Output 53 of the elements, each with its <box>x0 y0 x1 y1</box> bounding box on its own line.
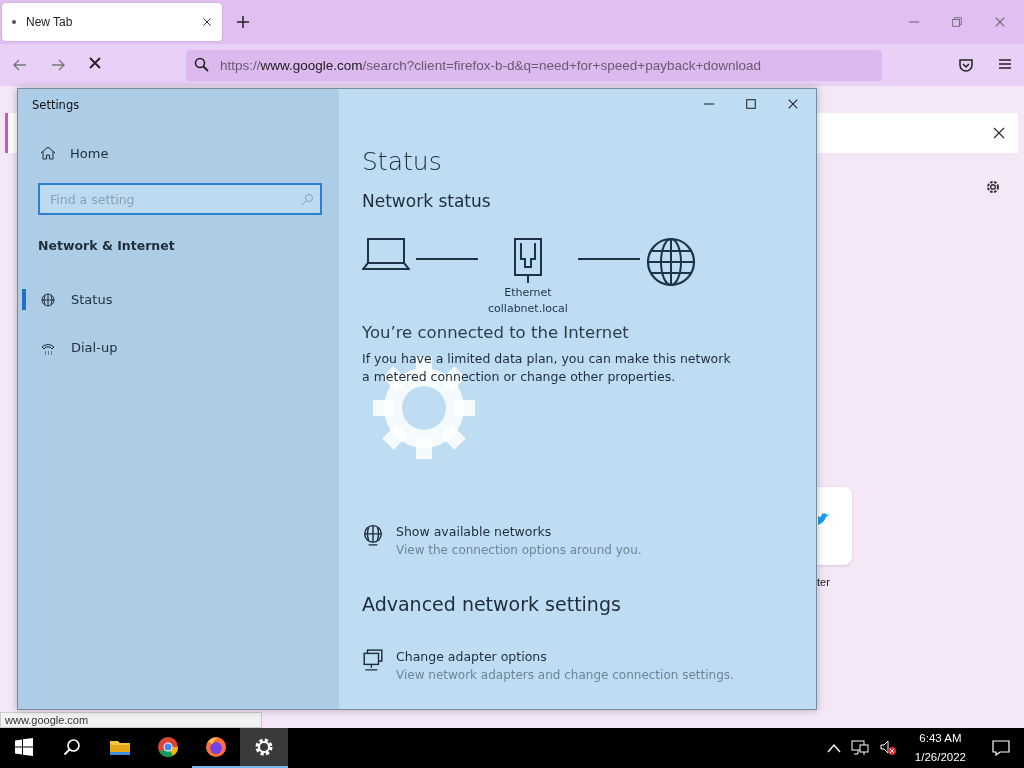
globe-icon <box>645 237 696 287</box>
settings-link[interactable]: Change adapter options <box>396 649 734 664</box>
ethernet-icon <box>512 237 543 283</box>
section-heading: Advanced network settings <box>362 593 622 615</box>
home-icon <box>40 146 56 160</box>
volume-muted-icon[interactable] <box>878 740 897 756</box>
settings-icon[interactable] <box>984 178 1002 196</box>
search-icon <box>194 57 210 73</box>
section-heading: Network & Internet <box>38 238 176 253</box>
connection-description: If you have a limited data plan, you can make this network a metered connection or change other properties. <box>362 350 732 386</box>
close-icon[interactable] <box>202 17 212 27</box>
link-description: View network adapters and change connection settings. <box>396 668 734 682</box>
shortcut-label[interactable]: ter <box>817 576 830 588</box>
search-field[interactable]: Find a setting <box>38 183 322 215</box>
taskbar-app[interactable] <box>240 728 288 768</box>
window-title: Settings <box>32 97 81 114</box>
page-title: Status <box>362 147 443 176</box>
browser-tab[interactable]: New Tab <box>2 3 222 41</box>
settings-link[interactable]: Show available networks <box>396 524 642 539</box>
address-bar[interactable]: https://www.google.com/search?client=firefox-b-d&q=need+for+speed+payback+download <box>186 49 882 81</box>
network-icon[interactable] <box>850 740 869 756</box>
browser-icon <box>156 735 180 759</box>
close-icon[interactable] <box>787 98 799 110</box>
nav-item[interactable]: Status <box>22 289 339 310</box>
link-description: View the connection options around you. <box>396 543 642 557</box>
stop-icon[interactable] <box>88 56 102 70</box>
home-link[interactable]: Home <box>40 143 339 163</box>
clock[interactable]: 6:43 AM 1/26/2022 <box>906 729 976 767</box>
restore-icon[interactable] <box>951 16 963 28</box>
menu-icon[interactable] <box>998 57 1012 71</box>
section-heading: Network status <box>362 191 492 211</box>
globe-icon <box>40 292 56 307</box>
url-text: https://www.google.com/search?client=firefox-b-d&q=need+for+speed+payback+download <box>220 57 762 73</box>
notification-icon[interactable] <box>992 740 1010 756</box>
status-url: www.google.com <box>0 712 262 728</box>
plus-icon[interactable] <box>236 15 250 29</box>
connection-status: You’re connected to the Internet <box>362 323 630 342</box>
maximize-icon[interactable] <box>745 98 757 110</box>
globe-icon <box>362 524 384 546</box>
network-name: collabnet.local <box>488 301 568 317</box>
close-icon[interactable] <box>992 126 1006 140</box>
forward-arrow-icon[interactable] <box>50 58 66 72</box>
shortcut-tile[interactable] <box>817 487 852 565</box>
adapter-name: Ethernet <box>503 285 553 301</box>
laptop-icon <box>362 237 410 271</box>
windows-logo-icon <box>15 738 33 756</box>
monitor-icon <box>362 649 384 671</box>
search-icon <box>301 193 313 205</box>
back-arrow-icon[interactable] <box>12 58 28 72</box>
nav-item[interactable]: Dial-up <box>22 337 339 358</box>
chevron-up-icon[interactable] <box>826 743 841 753</box>
pocket-icon[interactable] <box>958 57 974 73</box>
search-icon <box>63 738 81 756</box>
